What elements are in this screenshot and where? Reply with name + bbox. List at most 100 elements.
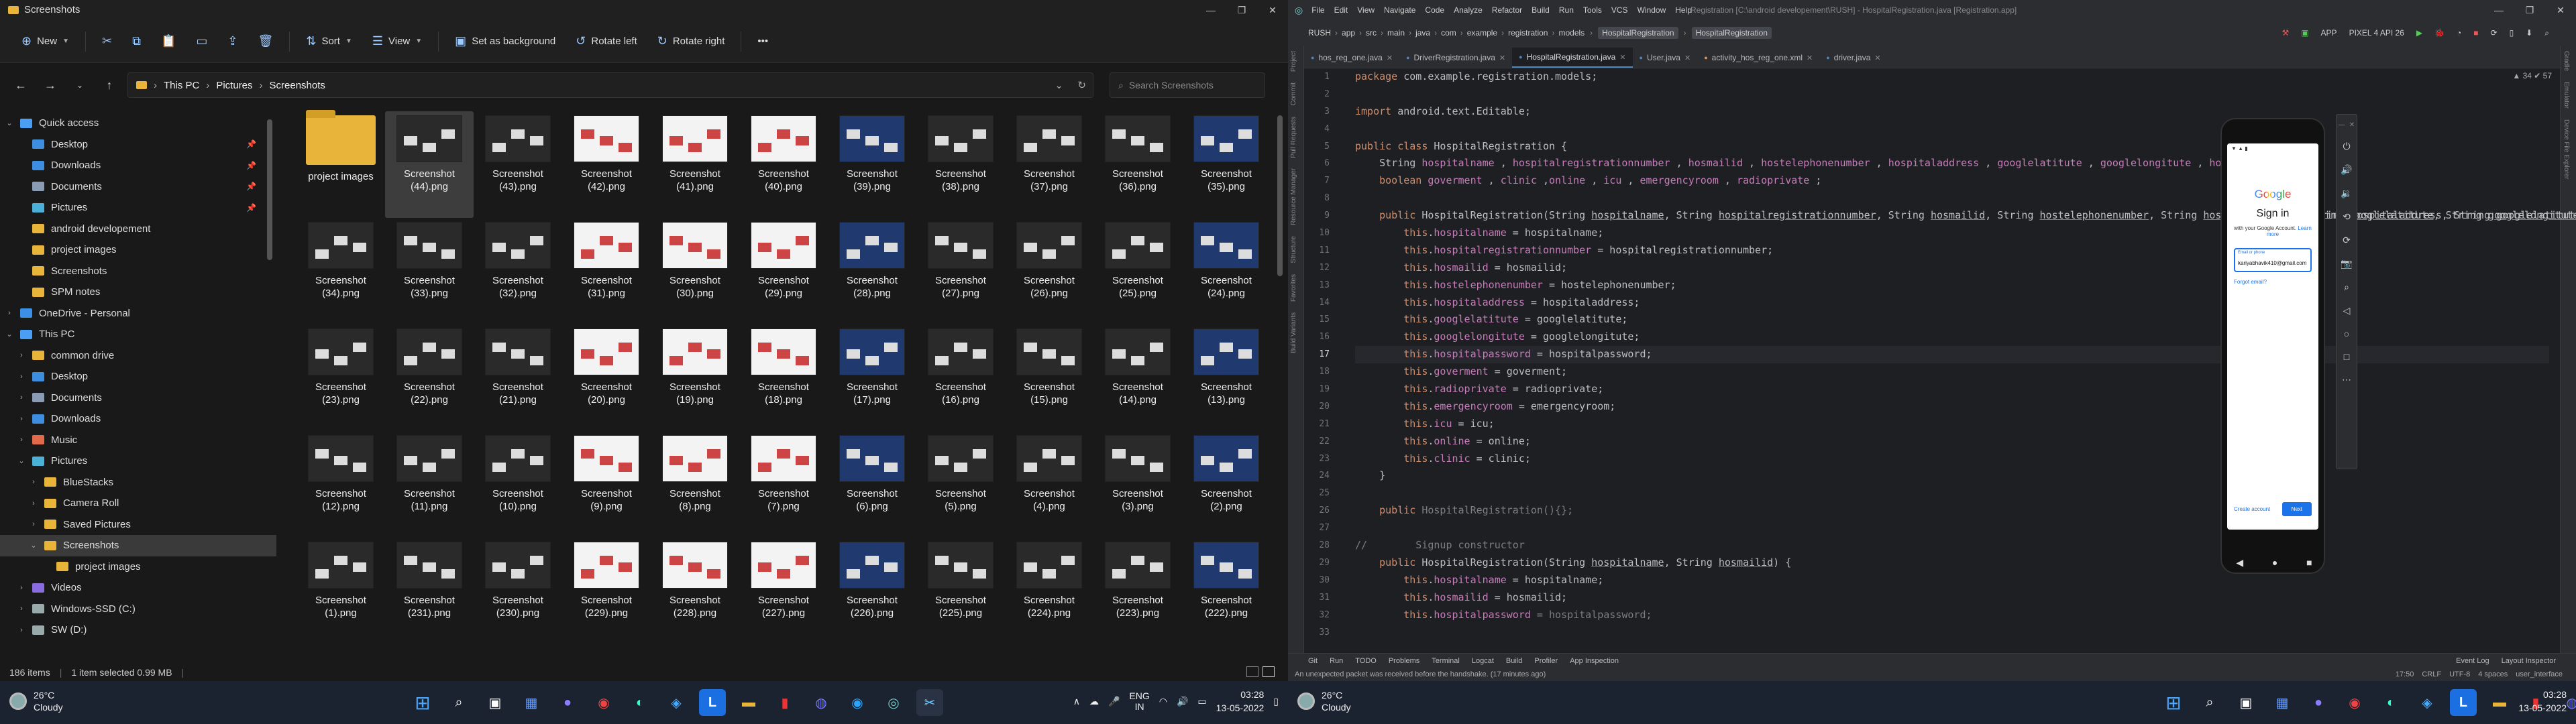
nav-item[interactable]: › Videos [0, 577, 276, 599]
chevron-icon[interactable]: ⌄ [5, 330, 13, 339]
breadcrumb-class-2[interactable]: HospitalRegistration [1691, 27, 1772, 39]
edge-icon[interactable]: ◐ [2377, 689, 2404, 716]
file-item[interactable]: Screenshot (12).png [297, 431, 385, 538]
chevron-icon[interactable]: ⌄ [17, 457, 25, 465]
set-background-button[interactable]: ▣ Set as background [447, 28, 564, 55]
onedrive-icon[interactable]: ☁ [1089, 696, 1099, 707]
file-item[interactable]: Screenshot (40).png [739, 111, 828, 218]
nav-item[interactable]: › common drive [0, 345, 276, 367]
nav-item[interactable]: Desktop 📌 [0, 134, 276, 156]
file-item[interactable]: Screenshot (9).png [562, 431, 651, 538]
status-item[interactable]: user_interface [2516, 670, 2563, 678]
volume-down-icon[interactable]: 🔉 [2341, 188, 2352, 199]
breadcrumb-pictures[interactable]: Pictures [216, 80, 252, 91]
recent-button[interactable]: ⌄ [68, 74, 91, 97]
close-icon[interactable]: ✕ [1257, 0, 1288, 20]
hammer-icon[interactable]: ⚒ [2282, 28, 2289, 38]
battery-icon[interactable]: ▭ [1197, 696, 1206, 707]
chevron-icon[interactable]: › [17, 626, 25, 634]
more-icon[interactable]: ⋯ [2342, 374, 2351, 385]
device-selector[interactable]: PIXEL 4 API 26 [2349, 28, 2404, 38]
chevron-icon[interactable]: › [17, 436, 25, 444]
rename-button[interactable]: ▭ [188, 28, 215, 55]
menu-item[interactable]: Run [1557, 5, 1576, 15]
sort-button[interactable]: ⇅ Sort ▼ [298, 28, 360, 55]
editor-tab[interactable]: ● HospitalRegistration.java ✕ [1512, 48, 1633, 68]
nav-item[interactable]: › Desktop [0, 366, 276, 387]
file-item[interactable]: Screenshot (41).png [651, 111, 739, 218]
file-item[interactable]: Screenshot (28).png [828, 218, 916, 324]
file-item[interactable]: Screenshot (33).png [385, 218, 474, 324]
tool-window-button[interactable]: Build [1506, 657, 1522, 665]
file-item[interactable]: Screenshot (222).png [1182, 538, 1271, 644]
close-icon[interactable]: ✕ [2349, 121, 2355, 129]
menu-item[interactable]: VCS [1609, 5, 1630, 15]
file-item[interactable]: Screenshot (226).png [828, 538, 916, 644]
run-config[interactable]: APP [2321, 28, 2337, 38]
menu-item[interactable]: Edit [1332, 5, 1350, 15]
inspection-widget[interactable]: ▲ 34 ✔ 57 [2512, 71, 2552, 80]
file-item[interactable]: Screenshot (13).png [1182, 324, 1271, 431]
chevron-icon[interactable]: › [5, 309, 13, 317]
widgets-icon[interactable]: ▦ [2269, 689, 2296, 716]
refresh-icon[interactable]: ↻ [1077, 79, 1086, 91]
breadcrumb-item[interactable]: RUSH [1308, 28, 1331, 38]
menu-item[interactable]: Window [1635, 5, 1668, 15]
file-item[interactable]: Screenshot (1).png [297, 538, 385, 644]
file-item[interactable]: Screenshot (42).png [562, 111, 651, 218]
file-explorer-icon[interactable]: ▬ [735, 689, 762, 716]
file-item[interactable]: Screenshot (10).png [474, 431, 562, 538]
details-view-icon[interactable] [1246, 666, 1258, 677]
tool-strip-item[interactable]: Pull Requests [1288, 111, 1299, 164]
file-item[interactable]: Screenshot (7).png [739, 431, 828, 538]
photos-icon[interactable]: ◈ [2414, 689, 2440, 716]
tool-window-button[interactable]: Profiler [1534, 657, 1558, 665]
tool-strip-item[interactable]: Resource Manager [1288, 163, 1299, 231]
tool-strip-item[interactable]: Emulator [2561, 76, 2572, 114]
chevron-icon[interactable]: › [17, 351, 25, 359]
snipping-tool-icon[interactable]: ✂ [916, 689, 943, 716]
task-view-icon[interactable]: ▣ [482, 689, 508, 716]
profile-icon[interactable]: ◔ [2457, 28, 2461, 38]
tool-window-button[interactable]: App Inspection [1570, 657, 1619, 665]
chevron-icon[interactable]: ⌄ [5, 119, 13, 127]
office-icon[interactable]: ▮ [771, 689, 798, 716]
minimize-icon[interactable]: — [2483, 0, 2514, 20]
chrome-icon[interactable]: ◉ [2341, 689, 2368, 716]
breadcrumb-item[interactable]: main [1387, 28, 1405, 38]
file-item[interactable]: Screenshot (2).png [1182, 431, 1271, 538]
file-item[interactable]: Screenshot (5).png [916, 431, 1005, 538]
volume-icon[interactable]: 🔊 [1177, 696, 1188, 707]
weather-widget[interactable]: 26°C Cloudy [1297, 689, 1351, 713]
nav-item[interactable]: android developement [0, 219, 276, 240]
file-item[interactable]: Screenshot (36).png [1093, 111, 1182, 218]
tool-window-button[interactable]: Run [1330, 657, 1343, 665]
tool-window-button[interactable]: Event Log [2456, 657, 2489, 665]
microphone-icon[interactable]: 🎤 [1108, 696, 1120, 707]
paste-button[interactable]: 📋 [153, 28, 184, 55]
close-icon[interactable]: ✕ [1874, 54, 1880, 62]
overview-icon[interactable]: □ [2344, 351, 2349, 362]
chevron-icon[interactable]: › [17, 394, 25, 402]
avd-manager-icon[interactable]: ▯ [2510, 28, 2514, 38]
rotate-left-icon[interactable]: ⟲ [2343, 211, 2351, 223]
file-item[interactable]: Screenshot (39).png [828, 111, 916, 218]
task-view-icon[interactable]: ▣ [2233, 689, 2259, 716]
file-item[interactable]: Screenshot (229).png [562, 538, 651, 644]
menu-item[interactable]: File [1309, 5, 1326, 15]
status-item[interactable]: UTF-8 [2449, 670, 2470, 678]
app-l-icon[interactable]: L [2450, 689, 2477, 716]
next-button[interactable]: Next [2282, 502, 2312, 516]
language-indicator[interactable]: ENG IN [1129, 690, 1149, 712]
maximize-icon[interactable]: ❐ [1226, 0, 1257, 20]
chevron-icon[interactable]: › [17, 415, 25, 423]
nav-item[interactable]: › Documents [0, 387, 276, 409]
camera-icon[interactable]: 📷 [2341, 258, 2352, 269]
back-nav-icon[interactable]: ◀ [2236, 557, 2243, 568]
skype-icon[interactable]: ◉ [844, 689, 871, 716]
file-item[interactable]: Screenshot (15).png [1005, 324, 1093, 431]
editor-tab[interactable]: ● User.java ✕ [1633, 48, 1698, 68]
email-field[interactable]: Email or phone kariyabhavik410@gmail.com [2234, 248, 2312, 272]
copy-button[interactable]: ⧉ [124, 28, 149, 55]
file-item[interactable]: Screenshot (29).png [739, 218, 828, 324]
